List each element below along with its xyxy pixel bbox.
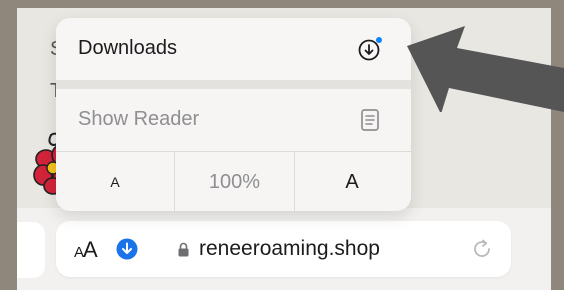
menu-item-show-reader[interactable]: Show Reader [56, 89, 411, 151]
reload-icon[interactable] [470, 237, 494, 261]
menu-separator [56, 80, 411, 89]
show-reader-label: Show Reader [78, 108, 200, 130]
address-bar[interactable]: AA reneeroaming.shop [56, 221, 511, 277]
document-icon [361, 109, 379, 131]
download-badge-icon[interactable] [116, 238, 138, 260]
download-circle-icon [358, 37, 382, 61]
url-text[interactable]: reneeroaming.shop [199, 237, 380, 261]
annotation-arrow [407, 26, 564, 112]
downloads-label: Downloads [78, 37, 177, 59]
font-size-controls: A 100% A [56, 151, 411, 211]
lock-icon [178, 242, 189, 257]
bottom-toolbar: AA reneeroaming.shop [17, 208, 551, 290]
page-settings-menu: Downloads Show Reader A 100% A [56, 18, 411, 211]
decrease-font-button[interactable]: A [56, 152, 174, 211]
zoom-level-button[interactable]: 100% [174, 152, 295, 211]
menu-item-downloads[interactable]: Downloads [56, 18, 411, 80]
page-settings-button[interactable]: AA [74, 237, 98, 263]
previous-tab-preview[interactable] [17, 222, 45, 278]
increase-font-button[interactable]: A [293, 152, 411, 211]
